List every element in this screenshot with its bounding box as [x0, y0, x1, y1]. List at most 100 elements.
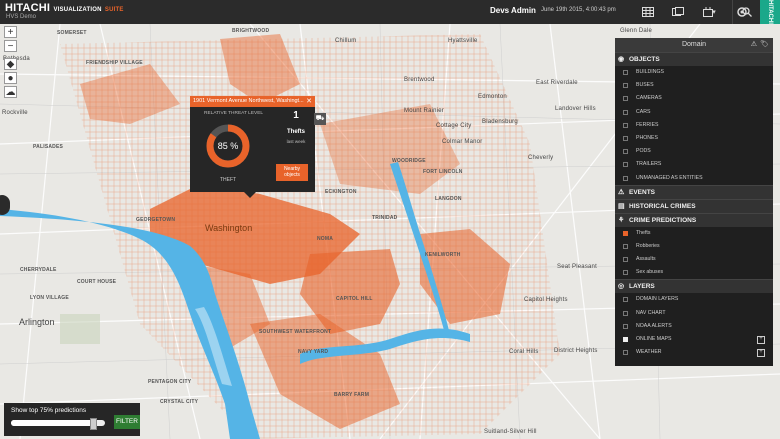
item-label: Sex abuses: [636, 269, 664, 276]
item-label: TRAILERS: [636, 161, 662, 168]
map-label-capitol-hill: CAPITOL HILL: [336, 296, 373, 302]
checkbox[interactable]: [623, 257, 628, 263]
section-events[interactable]: ⚠ EVENTS: [615, 184, 773, 199]
zoom-out-button[interactable]: −: [4, 40, 17, 52]
layer-item[interactable]: Thefts: [615, 227, 773, 240]
section-label: EVENTS: [629, 188, 656, 196]
layer-item[interactable]: TRAILERS: [615, 158, 773, 171]
close-icon[interactable]: ✕: [306, 96, 312, 107]
checkbox[interactable]: [623, 337, 628, 342]
checkbox[interactable]: [623, 162, 628, 168]
layer-item[interactable]: CAMERAS: [615, 92, 773, 105]
checkbox[interactable]: [623, 83, 628, 89]
slider-fill: [11, 420, 92, 426]
layer-item[interactable]: BUILDINGS: [615, 66, 773, 79]
checkbox[interactable]: [623, 323, 628, 329]
checkbox[interactable]: [623, 109, 628, 115]
search-icon[interactable]: [732, 0, 761, 24]
layer-item[interactable]: PODS: [615, 145, 773, 158]
layer-item[interactable]: PHONES: [615, 132, 773, 145]
nearby-objects-button[interactable]: Nearby objects: [276, 164, 308, 181]
expand-icon[interactable]: +: [757, 349, 765, 358]
layer-item[interactable]: Assaults: [615, 253, 773, 266]
map-label-langdon: LANGDON: [435, 196, 462, 202]
map-label-cottage-city: Cottage City: [436, 123, 472, 129]
layer-item[interactable]: Robberies: [615, 240, 773, 253]
map-label-rockville: Rockville: [2, 110, 28, 116]
map-label-district-heights: District Heights: [554, 348, 598, 354]
section-layers[interactable]: ◎ LAYERS: [615, 279, 773, 294]
checkbox[interactable]: [623, 135, 628, 141]
locate-icon[interactable]: ◆: [4, 58, 17, 70]
warning-icon[interactable]: ⚠: [751, 38, 757, 52]
layer-item[interactable]: WEATHER +: [615, 346, 773, 359]
section-crime-predictions[interactable]: ⚘ CRIME PREDICTIONS: [615, 212, 773, 227]
checkbox[interactable]: [623, 230, 628, 236]
map-label-noma: NOMA: [317, 236, 334, 242]
map-label-glenn-dale: Glenn Dale: [620, 28, 653, 34]
section-label: OBJECTS: [629, 56, 660, 63]
map-label-georgetown: GEORGETOWN: [136, 217, 176, 223]
layer-item[interactable]: UNMANAGED AS ENTITIES: [615, 172, 773, 185]
checkbox[interactable]: [623, 122, 628, 128]
popup-road-icon[interactable]: ⛟: [314, 113, 326, 125]
map-label-arlington: Arlington: [19, 317, 55, 327]
item-label: Thefts: [636, 229, 651, 236]
pin-icon[interactable]: ●: [4, 72, 17, 84]
zoom-in-button[interactable]: +: [4, 26, 17, 38]
calendar-icon[interactable]: [664, 0, 692, 24]
popup-pointer: [244, 192, 256, 198]
grid-icon[interactable]: [634, 0, 662, 24]
crime-type: THEFT: [219, 177, 237, 183]
checkbox[interactable]: [623, 70, 628, 75]
dropdown-caret-icon[interactable]: ▾: [705, 0, 723, 24]
filter-button[interactable]: FILTER: [114, 415, 140, 429]
layer-item[interactable]: BUSES: [615, 79, 773, 92]
item-label: UNMANAGED AS ENTITIES: [636, 174, 703, 181]
map-label-coral-hills: Coral Hills: [509, 349, 539, 355]
item-label: DOMAIN LAYERS: [636, 296, 679, 303]
map-label-trinidad: TRINIDAD: [372, 215, 398, 221]
item-label: BUILDINGS: [636, 69, 664, 75]
map-label-cheverly: Cheverly: [528, 155, 554, 161]
panel-header: Domain ⚠ 🏷: [615, 38, 773, 52]
checkbox[interactable]: [623, 243, 628, 249]
prediction-slider[interactable]: [11, 418, 105, 430]
checkbox[interactable]: [623, 96, 628, 102]
map-label-edmonton: Edmonton: [478, 94, 507, 100]
map-label-barry-farm: BARRY FARM: [334, 392, 370, 398]
app-subtitle: HVS Demo: [6, 14, 37, 20]
map-label-suitland: Suitland-Silver Hill: [484, 429, 537, 435]
section-historical-crimes[interactable]: ▤ HISTORICAL CRIMES: [615, 198, 773, 213]
map-label-lyon-village: LYON VILLAGE: [30, 295, 69, 301]
layer-item[interactable]: DOMAIN LAYERS: [615, 293, 773, 306]
side-brand-tab[interactable]: HITACHI: [760, 0, 780, 24]
section-objects[interactable]: ◉ OBJECTS: [615, 52, 773, 66]
user-name[interactable]: Devs Admin: [490, 6, 536, 15]
checkbox[interactable]: [623, 297, 628, 303]
weather-icon[interactable]: ☁: [4, 86, 17, 98]
layer-item[interactable]: ONLINE MAPS +: [615, 333, 773, 346]
layer-item[interactable]: NOAA ALERTS: [615, 320, 773, 333]
map-label-woodridge: WOODRIDGE: [392, 158, 426, 164]
map-label-washington: Washington: [205, 223, 253, 233]
checkbox[interactable]: [623, 310, 628, 316]
map-label-crystal-city: CRYSTAL CITY: [160, 399, 199, 405]
checkbox[interactable]: [623, 350, 628, 356]
layer-item[interactable]: NAV CHART: [615, 307, 773, 320]
slider-thumb[interactable]: [89, 418, 97, 430]
product-name: VISUALIZATION: [53, 7, 102, 13]
layer-item[interactable]: FERRIES: [615, 119, 773, 132]
checkbox[interactable]: [623, 149, 628, 155]
filter-label: Show top 75% predictions: [11, 407, 87, 414]
layer-item[interactable]: CARS: [615, 106, 773, 119]
layer-item[interactable]: Sex abuses: [615, 266, 773, 279]
threat-value: 85 %: [217, 141, 239, 151]
warning-icon: ⚠: [618, 188, 625, 196]
expand-icon[interactable]: +: [757, 336, 765, 344]
map-label-hyattsville: Hyattsville: [448, 38, 478, 44]
map-label-colmar-manor: Colmar Manor: [442, 139, 483, 145]
tag-icon[interactable]: 🏷: [760, 38, 769, 52]
checkbox[interactable]: [623, 270, 628, 276]
checkbox[interactable]: [623, 175, 628, 181]
